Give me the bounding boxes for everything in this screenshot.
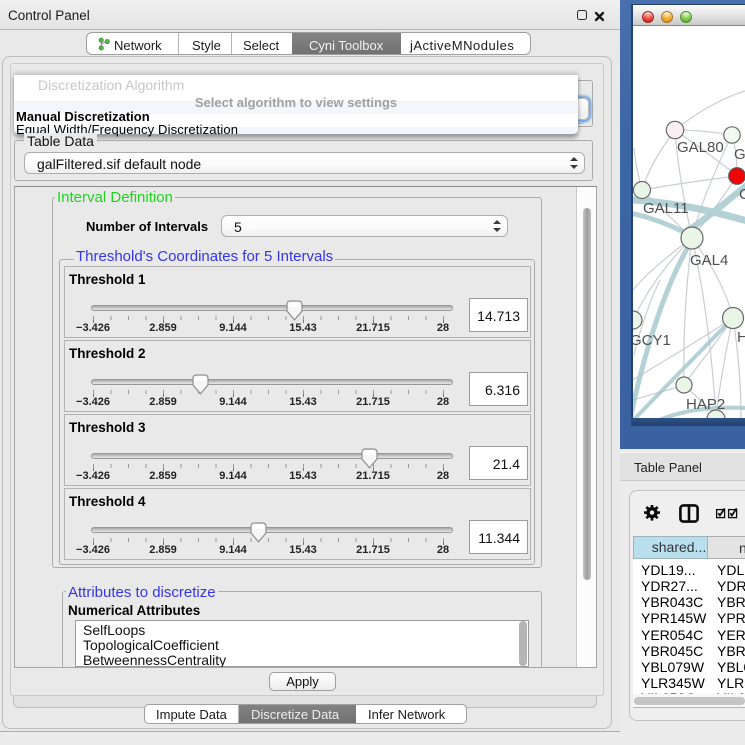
svg-text:GAL80: GAL80 xyxy=(677,139,724,156)
svg-text:GAL11: GAL11 xyxy=(643,200,689,217)
svg-text:H: H xyxy=(737,329,745,346)
svg-text:C: C xyxy=(739,186,745,203)
svg-text:GCY1: GCY1 xyxy=(633,332,671,349)
svg-text:HAP2: HAP2 xyxy=(686,396,725,413)
svg-text:G.: G. xyxy=(734,146,745,163)
svg-text:GAL4: GAL4 xyxy=(690,252,728,269)
